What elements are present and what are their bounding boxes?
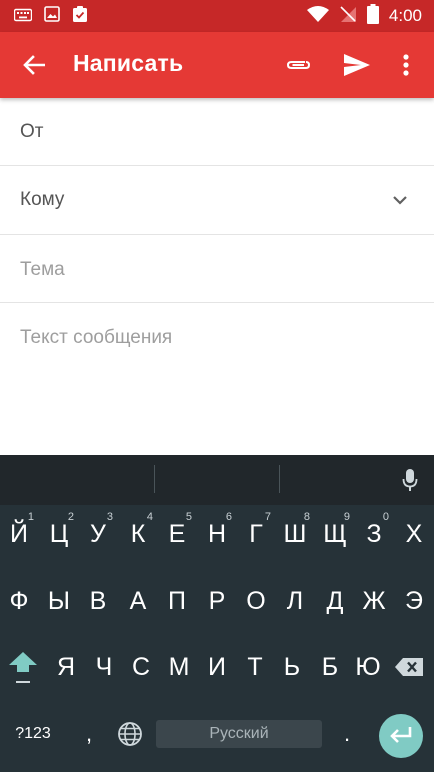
key-row3[interactable]: Т (236, 642, 274, 692)
key-row2[interactable]: В (79, 576, 117, 626)
backspace-icon[interactable] (392, 652, 426, 682)
key-row2[interactable]: Р (198, 576, 236, 626)
key-row3[interactable]: Ь (273, 642, 311, 692)
shift-key[interactable] (4, 642, 42, 692)
key-row2[interactable]: Э (395, 576, 433, 626)
space-key[interactable]: Русский (156, 720, 322, 748)
key-row3[interactable]: И (198, 642, 236, 692)
more-vert-icon[interactable] (396, 50, 416, 80)
subject-placeholder: Тема (20, 259, 65, 280)
key-row1[interactable]: К4 (119, 509, 157, 559)
comma-key[interactable]: , (74, 717, 104, 751)
send-icon[interactable] (341, 50, 373, 80)
symbols-key[interactable]: ?123 (6, 717, 60, 751)
key-row1[interactable]: Щ9 (316, 509, 354, 559)
key-row1[interactable]: Н6 (198, 509, 236, 559)
suggestion-divider (279, 465, 280, 493)
shift-arrow-icon (8, 651, 38, 677)
key-row3[interactable]: Б (311, 642, 349, 692)
clock: 4:00 (388, 6, 422, 25)
subject-field[interactable]: Тема (0, 235, 434, 303)
suggestion-strip (0, 455, 434, 505)
key-row3[interactable]: М (160, 642, 198, 692)
shift-lock-indicator (16, 681, 30, 683)
key-row2[interactable]: Д (316, 576, 354, 626)
attach-icon[interactable] (283, 52, 313, 78)
battery-icon (366, 4, 379, 28)
key-row2[interactable]: Ф (0, 576, 38, 626)
key-row1[interactable]: Е5 (158, 509, 196, 559)
key-row1[interactable]: Ш8 (276, 509, 314, 559)
app-bar: Написать (0, 32, 434, 98)
key-row1[interactable]: Ц2 (40, 509, 78, 559)
enter-arrow-icon (389, 725, 413, 747)
key-row1[interactable]: Х (395, 509, 433, 559)
key-row2[interactable]: Л (276, 576, 314, 626)
key-row1[interactable]: Й1 (0, 509, 38, 559)
key-row3[interactable]: Я (47, 642, 85, 692)
status-bar: 4:00 (0, 0, 434, 32)
key-row2[interactable]: П (158, 576, 196, 626)
suggestion-divider (154, 465, 155, 493)
period-key[interactable]: . (334, 717, 360, 751)
keyboard-icon (13, 7, 33, 26)
page-title: Написать (73, 50, 184, 76)
key-row1[interactable]: У3 (79, 509, 117, 559)
wifi-icon (306, 6, 329, 26)
key-row3[interactable]: Ю (349, 642, 387, 692)
to-field[interactable]: Кому (0, 166, 434, 235)
key-row2[interactable]: Ж (355, 576, 393, 626)
clipboard-check-icon (72, 5, 88, 27)
to-label: Кому (20, 189, 65, 210)
from-label: От (20, 121, 44, 142)
from-field[interactable]: От (0, 98, 434, 166)
chevron-down-icon[interactable] (390, 192, 410, 208)
key-row2[interactable]: О (237, 576, 275, 626)
key-row2[interactable]: Ы (40, 576, 78, 626)
globe-icon[interactable] (114, 717, 146, 751)
microphone-icon[interactable] (400, 466, 420, 494)
enter-key[interactable] (379, 714, 423, 758)
image-icon (44, 6, 60, 26)
key-row3[interactable]: С (122, 642, 160, 692)
no-sim-icon (339, 5, 357, 27)
back-arrow-icon[interactable] (20, 52, 48, 78)
body-placeholder: Текст сообщения (20, 327, 173, 348)
keyboard: Й1 Ц2 У3 К4 Е5 Н6 Г7 Ш8 Щ9 З0 Х Ф Ы В А … (0, 455, 434, 772)
status-bar-notifications (13, 5, 88, 27)
key-row1[interactable]: Г7 (237, 509, 275, 559)
key-row3[interactable]: Ч (85, 642, 123, 692)
key-row1[interactable]: З0 (355, 509, 393, 559)
key-row2[interactable]: А (119, 576, 157, 626)
body-field[interactable]: Текст сообщения (0, 303, 434, 455)
status-bar-system: 4:00 (306, 4, 422, 28)
